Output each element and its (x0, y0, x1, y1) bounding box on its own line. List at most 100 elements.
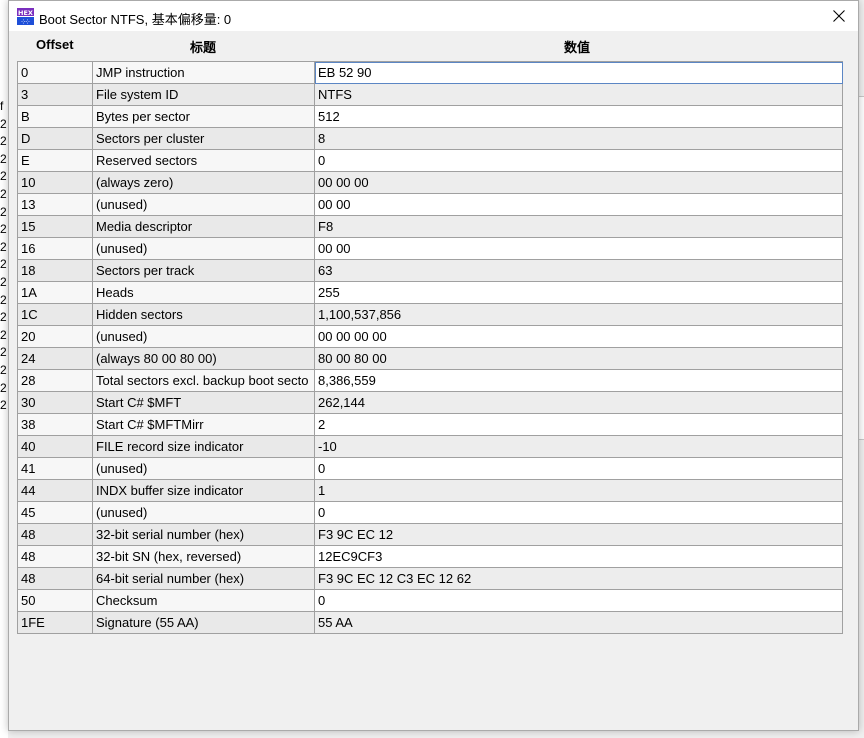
value-cell[interactable]: F3 9C EC 12 C3 EC 12 62 (315, 568, 843, 590)
value-cell[interactable]: 00 00 (315, 194, 843, 216)
offset-cell[interactable]: 38 (18, 414, 93, 436)
title-cell[interactable]: (unused) (93, 458, 315, 480)
value-cell[interactable]: 0 (315, 150, 843, 172)
offset-cell[interactable]: 1FE (18, 612, 93, 634)
offset-cell[interactable]: D (18, 128, 93, 150)
column-header-offset[interactable]: Offset (36, 37, 74, 52)
title-cell[interactable]: INDX buffer size indicator (93, 480, 315, 502)
offset-cell[interactable]: 1C (18, 304, 93, 326)
title-cell[interactable]: Heads (93, 282, 315, 304)
offset-cell[interactable]: 3 (18, 84, 93, 106)
value-cell[interactable]: 55 AA (315, 612, 843, 634)
value-cell[interactable]: 255 (315, 282, 843, 304)
table-row[interactable]: 16 (unused) 00 00 (18, 238, 843, 260)
table-row[interactable]: 1C Hidden sectors 1,100,537,856 (18, 304, 843, 326)
offset-cell[interactable]: 41 (18, 458, 93, 480)
column-header-value[interactable]: 数值 (564, 37, 590, 56)
value-cell[interactable]: 1,100,537,856 (315, 304, 843, 326)
table-row[interactable]: 13 (unused) 00 00 (18, 194, 843, 216)
value-cell[interactable]: 8,386,559 (315, 370, 843, 392)
title-cell[interactable]: File system ID (93, 84, 315, 106)
offset-cell[interactable]: 48 (18, 546, 93, 568)
title-cell[interactable]: Media descriptor (93, 216, 315, 238)
table-row[interactable]: 20 (unused) 00 00 00 00 (18, 326, 843, 348)
close-button[interactable] (820, 1, 858, 31)
value-cell[interactable]: 8 (315, 128, 843, 150)
table-row[interactable]: 48 32-bit SN (hex, reversed) 12EC9CF3 (18, 546, 843, 568)
table-row[interactable]: 3 File system ID NTFS (18, 84, 843, 106)
table-row[interactable]: D Sectors per cluster 8 (18, 128, 843, 150)
offset-cell[interactable]: 15 (18, 216, 93, 238)
table-row[interactable]: 28 Total sectors excl. backup boot secto 8… (18, 370, 843, 392)
offset-cell[interactable]: 24 (18, 348, 93, 370)
title-cell[interactable]: Sectors per track (93, 260, 315, 282)
table-row[interactable]: 45 (unused) 0 (18, 502, 843, 524)
offset-cell[interactable]: 13 (18, 194, 93, 216)
value-cell[interactable]: 512 (315, 106, 843, 128)
value-cell[interactable]: 0 (315, 502, 843, 524)
offset-cell[interactable]: 0 (18, 62, 93, 84)
title-cell[interactable]: (unused) (93, 238, 315, 260)
column-header-title[interactable]: 标题 (190, 37, 216, 56)
offset-cell[interactable]: 10 (18, 172, 93, 194)
offset-cell[interactable]: 48 (18, 524, 93, 546)
offset-cell[interactable]: 28 (18, 370, 93, 392)
table-row[interactable]: 40 FILE record size indicator -10 (18, 436, 843, 458)
table-row[interactable]: 38 Start C# $MFTMirr 2 (18, 414, 843, 436)
value-cell[interactable]: 12EC9CF3 (315, 546, 843, 568)
value-cell[interactable]: 1 (315, 480, 843, 502)
title-cell[interactable]: (unused) (93, 194, 315, 216)
table-row[interactable]: B Bytes per sector 512 (18, 106, 843, 128)
table-row[interactable]: 48 32-bit serial number (hex) F3 9C EC 12 (18, 524, 843, 546)
value-cell[interactable]: -10 (315, 436, 843, 458)
table-row[interactable]: 1FE Signature (55 AA) 55 AA (18, 612, 843, 634)
title-cell[interactable]: 32-bit serial number (hex) (93, 524, 315, 546)
table-row[interactable]: 41 (unused) 0 (18, 458, 843, 480)
title-cell[interactable]: Hidden sectors (93, 304, 315, 326)
value-cell[interactable]: EB 52 90 (315, 62, 843, 84)
title-cell[interactable]: (always zero) (93, 172, 315, 194)
offset-cell[interactable]: 44 (18, 480, 93, 502)
title-cell[interactable]: Start C# $MFT (93, 392, 315, 414)
table-row[interactable]: 0 JMP instruction EB 52 90 (18, 62, 843, 84)
value-cell[interactable]: 80 00 80 00 (315, 348, 843, 370)
title-cell[interactable]: Checksum (93, 590, 315, 612)
offset-cell[interactable]: 18 (18, 260, 93, 282)
title-cell[interactable]: Sectors per cluster (93, 128, 315, 150)
value-cell[interactable]: 262,144 (315, 392, 843, 414)
value-cell[interactable]: 00 00 00 00 (315, 326, 843, 348)
table-row[interactable]: 44 INDX buffer size indicator 1 (18, 480, 843, 502)
table-row[interactable]: 18 Sectors per track 63 (18, 260, 843, 282)
value-cell[interactable]: F8 (315, 216, 843, 238)
title-cell[interactable]: Reserved sectors (93, 150, 315, 172)
table-row[interactable]: E Reserved sectors 0 (18, 150, 843, 172)
title-cell[interactable]: 64-bit serial number (hex) (93, 568, 315, 590)
offset-cell[interactable]: 48 (18, 568, 93, 590)
title-cell[interactable]: FILE record size indicator (93, 436, 315, 458)
offset-cell[interactable]: 16 (18, 238, 93, 260)
table-row[interactable]: 24 (always 80 00 80 00) 80 00 80 00 (18, 348, 843, 370)
title-cell[interactable]: Total sectors excl. backup boot secto (93, 370, 315, 392)
offset-cell[interactable]: 40 (18, 436, 93, 458)
value-cell[interactable]: 00 00 00 (315, 172, 843, 194)
value-cell[interactable]: NTFS (315, 84, 843, 106)
offset-cell[interactable]: 30 (18, 392, 93, 414)
value-cell[interactable]: F3 9C EC 12 (315, 524, 843, 546)
offset-cell[interactable]: E (18, 150, 93, 172)
table-row[interactable]: 30 Start C# $MFT 262,144 (18, 392, 843, 414)
title-cell[interactable]: (unused) (93, 326, 315, 348)
value-cell[interactable]: 0 (315, 590, 843, 612)
table-row[interactable]: 1A Heads 255 (18, 282, 843, 304)
offset-cell[interactable]: 20 (18, 326, 93, 348)
offset-cell[interactable]: 1A (18, 282, 93, 304)
table-row[interactable]: 15 Media descriptor F8 (18, 216, 843, 238)
title-bar[interactable]: HEX ⁘⁘ Boot Sector NTFS, 基本偏移量: 0 (9, 1, 858, 31)
offset-cell[interactable]: 45 (18, 502, 93, 524)
table-row[interactable]: 48 64-bit serial number (hex) F3 9C EC 12 … (18, 568, 843, 590)
value-cell[interactable]: 00 00 (315, 238, 843, 260)
value-cell[interactable]: 2 (315, 414, 843, 436)
title-cell[interactable]: Bytes per sector (93, 106, 315, 128)
offset-cell[interactable]: B (18, 106, 93, 128)
table-row[interactable]: 50 Checksum 0 (18, 590, 843, 612)
title-cell[interactable]: Signature (55 AA) (93, 612, 315, 634)
